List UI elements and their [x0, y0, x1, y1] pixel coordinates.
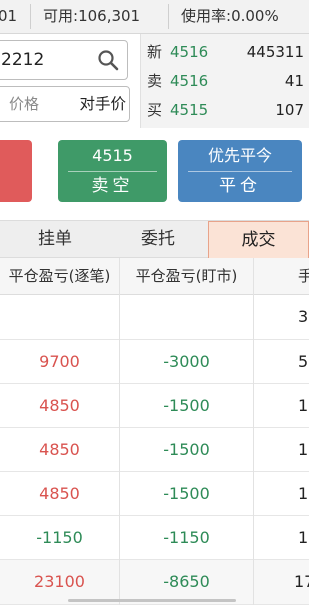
quote-label: 买 — [147, 101, 163, 119]
usage-value: 0.00% — [231, 7, 279, 25]
header-pnl-mark: 平仓盈亏(盯市) — [135, 267, 238, 285]
account-bar: 01 可用:106,301 使用率:0.00% — [0, 0, 309, 34]
quote-row-bid: 买 4515 107 — [141, 96, 310, 124]
pnl-trade-cell: 4850 — [39, 440, 80, 459]
qty-cell: 1 — [298, 396, 309, 415]
quote-price: 4516 — [170, 72, 209, 90]
close-priority-label: 优先平今 — [207, 146, 272, 165]
contract-code: 2212 — [1, 50, 45, 70]
qty-total: 17 — [294, 572, 309, 591]
qty-cell: 1 — [298, 484, 309, 503]
quote-panel: 新 4516 445311 卖 4516 41 买 4515 107 — [140, 34, 309, 128]
quote-volume: 41 — [284, 72, 304, 90]
pnl-trade-cell: -1150 — [36, 528, 83, 547]
tab-pending[interactable]: 挂单 — [0, 221, 110, 258]
pnl-mark-cell: -1500 — [163, 396, 210, 415]
quote-row-last: 新 4516 445311 — [141, 38, 310, 66]
search-icon[interactable] — [97, 49, 119, 71]
quote-label: 卖 — [147, 72, 163, 90]
header-qty: 手 — [298, 267, 309, 285]
pnl-mark-cell: -1500 — [163, 484, 210, 503]
divider — [30, 4, 31, 29]
column-divider — [253, 258, 254, 605]
tab-trades[interactable]: 成交 — [208, 221, 309, 258]
record-tabs: 挂单 委托 成交 — [0, 220, 309, 258]
table-row[interactable]: 3 — [0, 295, 309, 340]
available-label: 可用: — [43, 7, 79, 25]
usage-label: 使用率: — [181, 7, 232, 25]
sell-short-button[interactable]: 4515 卖空 — [58, 140, 167, 202]
pnl-trade-cell: 4850 — [39, 484, 80, 503]
horizontal-scrollbar[interactable] — [68, 599, 236, 602]
sell-short-label: 卖空 — [91, 176, 134, 196]
table-row[interactable]: 4850 -1500 1 — [0, 428, 309, 472]
divider — [168, 4, 169, 29]
available-funds: 可用:106,301 — [43, 0, 140, 33]
quote-row-ask: 卖 4516 41 — [141, 67, 310, 95]
table-row[interactable]: 4850 -1500 1 — [0, 384, 309, 428]
tab-orders[interactable]: 委托 — [104, 221, 212, 258]
contract-code-input[interactable]: 2212 — [0, 40, 128, 80]
quote-label: 新 — [147, 43, 163, 61]
trades-table: 平仓盈亏(逐笔) 平仓盈亏(盯市) 手 3 9700 -3000 5 4850 … — [0, 258, 309, 605]
table-row[interactable]: -1150 -1150 1 — [0, 516, 309, 560]
pnl-mark-cell: -3000 — [163, 352, 210, 371]
quote-volume: 445311 — [246, 43, 304, 61]
quote-price: 4515 — [170, 101, 209, 119]
pnl-mark-cell: -1500 — [163, 440, 210, 459]
quote-price: 4516 — [170, 43, 209, 61]
column-divider — [119, 258, 120, 605]
close-position-label: 平仓 — [219, 176, 261, 196]
table-row[interactable]: 4850 -1500 1 — [0, 472, 309, 516]
qty-cell: 1 — [298, 440, 309, 459]
table-row[interactable]: 9700 -3000 5 — [0, 340, 309, 384]
price-input[interactable]: 价格 对手价 — [0, 86, 130, 122]
close-position-button[interactable]: 优先平今 平仓 — [178, 140, 302, 202]
pnl-trade-cell: 9700 — [39, 352, 80, 371]
buy-long-button[interactable] — [0, 140, 32, 202]
qty-cell: 5 — [298, 352, 309, 371]
table-header: 平仓盈亏(逐笔) 平仓盈亏(盯市) 手 — [0, 258, 309, 295]
button-divider — [68, 171, 157, 172]
price-mode-selector[interactable]: 对手价 — [79, 87, 126, 121]
qty-cell: 1 — [298, 528, 309, 547]
quote-volume: 107 — [275, 101, 304, 119]
pnl-trade-total: 23100 — [34, 572, 85, 591]
sell-short-price: 4515 — [92, 146, 133, 165]
account-fragment: 01 — [0, 7, 18, 25]
header-pnl-trade: 平仓盈亏(逐笔) — [8, 267, 111, 285]
qty-cell: 3 — [298, 307, 309, 326]
pnl-mark-cell: -1150 — [163, 528, 210, 547]
price-placeholder: 价格 — [9, 95, 40, 113]
pnl-trade-cell: 4850 — [39, 396, 80, 415]
button-divider — [188, 171, 292, 172]
order-form: 2212 价格 对手价 — [0, 34, 140, 128]
pnl-mark-total: -8650 — [163, 572, 210, 591]
available-value: 106,301 — [78, 7, 141, 25]
usage-rate: 使用率:0.00% — [181, 0, 279, 33]
